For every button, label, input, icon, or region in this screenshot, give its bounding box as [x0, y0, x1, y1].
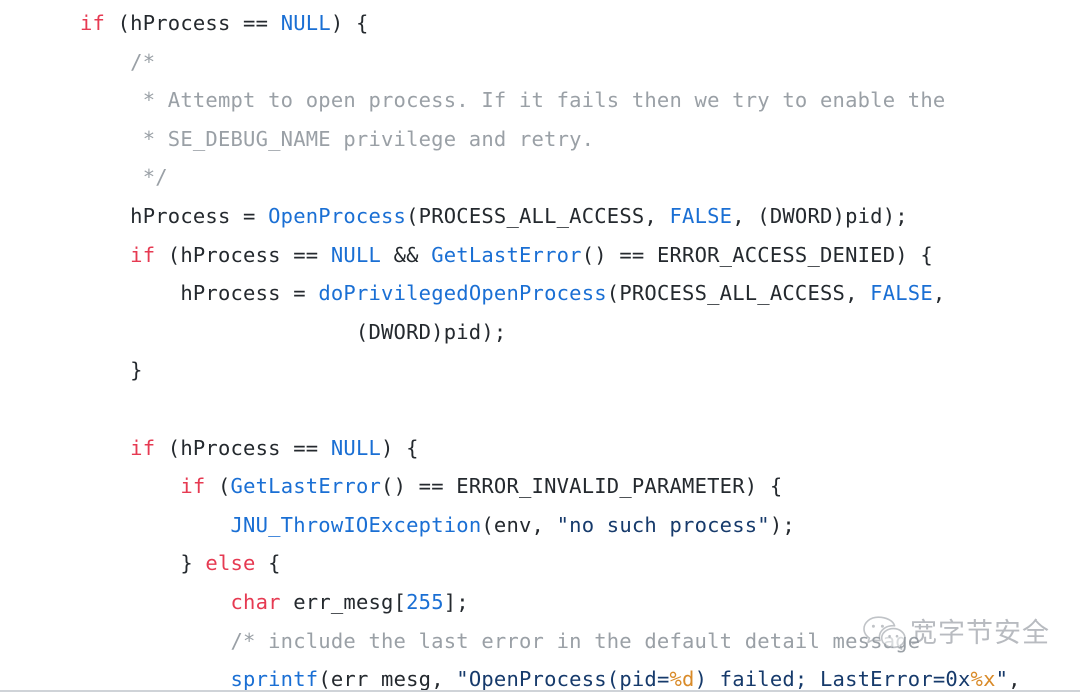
code-token-plain: ) { — [381, 435, 419, 460]
code-token-plain: , — [932, 281, 946, 306]
code-token-plain: ) { — [330, 11, 369, 35]
code-token-plain: , — [1008, 667, 1021, 692]
code-token-plain: (DWORD)pid); — [80, 319, 507, 344]
code-token-fn: doPrivilegedOpenProcess — [318, 281, 607, 306]
code-token-plain: , (DWORD)pid); — [732, 203, 908, 228]
code-line: if (hProcess == NULL && GetLastError() =… — [0, 236, 1080, 275]
code-line: if (hProcess == NULL) { — [0, 4, 1080, 43]
code-line: /* include the last error in the default… — [0, 622, 1080, 661]
code-token-plain: (PROCESS_ALL_ACCESS, — [606, 281, 871, 306]
code-token-kw: if — [130, 242, 156, 267]
code-token-num: 255 — [406, 589, 444, 614]
code-line: * Attempt to open process. If it fails t… — [0, 81, 1080, 120]
code-token-plain: hProcess = — [80, 203, 269, 228]
code-token-const: NULL — [280, 11, 331, 35]
code-line: */ — [0, 158, 1080, 197]
code-token-plain: { — [255, 551, 281, 576]
code-token-fn: JNU_ThrowIOException — [230, 512, 482, 537]
code-line: (DWORD)pid); — [0, 313, 1080, 352]
code-token-plain: hProcess = — [80, 281, 319, 306]
code-token-kw: else — [205, 551, 256, 576]
code-token-str: "no such process" — [556, 512, 770, 537]
code-snippet-view: if (hProcess == NULL) { /* * Attempt to … — [0, 0, 1080, 692]
code-line: char err_mesg[255]; — [0, 583, 1080, 622]
code-token-kw: if — [180, 474, 206, 499]
code-token-cmt: * Attempt to open process. If it fails t… — [80, 88, 946, 113]
code-token-plain: (PROCESS_ALL_ACCESS, — [406, 203, 670, 228]
code-line: /* — [0, 43, 1080, 82]
code-token-const: NULL — [330, 242, 382, 267]
code-token-plain: ( — [205, 474, 231, 499]
code-token-kw: char — [230, 589, 281, 614]
code-line: * SE_DEBUG_NAME privilege and retry. — [0, 120, 1080, 159]
code-token-plain: () == ERROR_ACCESS_DENIED) { — [581, 242, 933, 267]
code-line: JNU_ThrowIOException(env, "no such proce… — [0, 506, 1080, 545]
code-token-const: FALSE — [870, 281, 933, 306]
code-line: if (hProcess == NULL) { — [0, 429, 1080, 468]
code-token-str: "OpenProcess(pid= — [456, 667, 670, 692]
code-line: } else { — [0, 544, 1080, 583]
code-token-plain: () == ERROR_INVALID_PARAMETER) { — [381, 474, 783, 499]
code-token-fn: GetLastError — [431, 242, 582, 267]
code-token-cmt: /* — [80, 49, 156, 74]
code-token-kw: if — [130, 435, 156, 460]
code-line: hProcess = OpenProcess(PROCESS_ALL_ACCES… — [0, 197, 1080, 236]
code-token-str: ) failed; LastError=0x — [694, 667, 971, 692]
code-token-plain: ]; — [443, 589, 469, 614]
code-token-plain: (err mesg, — [318, 667, 457, 692]
code-token-fmt: %d — [669, 667, 695, 692]
code-token-kw: if — [80, 11, 106, 35]
code-token-plain: (env, — [481, 512, 557, 537]
code-line: sprintf(err mesg, "OpenProcess(pid=%d) f… — [0, 660, 1080, 699]
code-token-plain: (hProcess == — [105, 11, 281, 35]
code-line: hProcess = doPrivilegedOpenProcess(PROCE… — [0, 274, 1080, 313]
code-line: } — [0, 351, 1080, 390]
code-token-plain: (hProcess == — [155, 435, 331, 460]
code-token-plain: && — [381, 242, 432, 267]
code-token-cmt: * SE_DEBUG_NAME privilege and retry. — [80, 126, 595, 151]
code-token-const: FALSE — [669, 203, 733, 228]
code-line: if (GetLastError() == ERROR_INVALID_PARA… — [0, 467, 1080, 506]
code-lines-container: if (hProcess == NULL) { /* * Attempt to … — [0, 4, 1080, 699]
code-token-cmt: /* include the last error in the default… — [80, 628, 921, 653]
code-token-plain: (hProcess == — [155, 242, 331, 267]
code-token-fmt: %x — [970, 667, 996, 692]
code-token-plain: } — [80, 358, 143, 383]
code-token-plain: ); — [769, 512, 795, 537]
code-token-const: NULL — [330, 435, 382, 460]
code-token-fn: GetLastError — [230, 474, 382, 499]
code-token-fn: OpenProcess — [268, 203, 407, 228]
code-token-plain: err_mesg[ — [280, 589, 407, 614]
code-token-fn: sprintf — [230, 667, 319, 692]
code-token-cmt: */ — [80, 165, 168, 190]
code-token-str: " — [995, 667, 1009, 692]
code-token-plain: } — [80, 551, 206, 576]
